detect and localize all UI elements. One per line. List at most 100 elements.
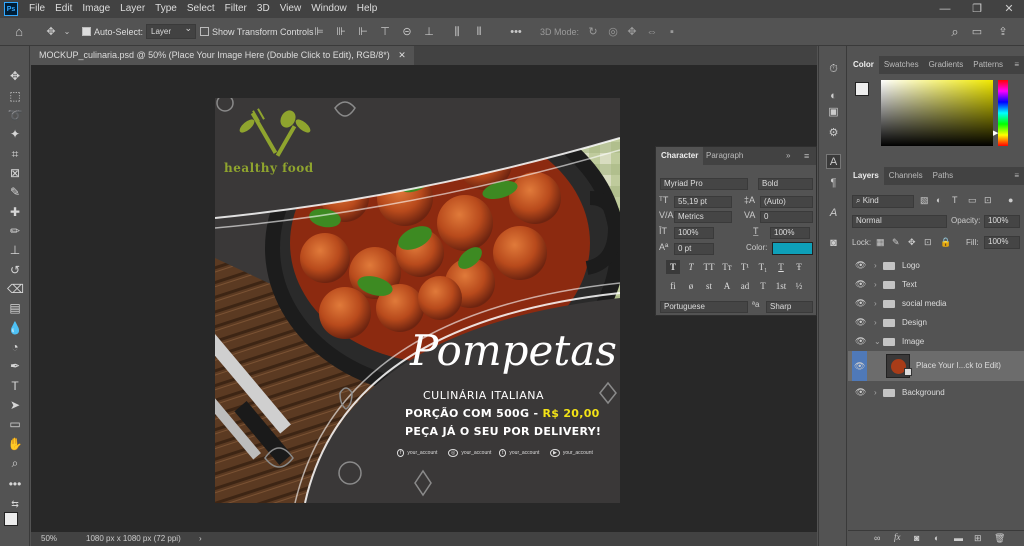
show-transform-checkbox[interactable]: Show Transform Controls [200,18,314,46]
healing-brush-icon[interactable]: ✚ [7,204,23,220]
eye-icon[interactable]: 👁 [855,332,866,351]
zoom-tool-icon[interactable]: ⌕ [7,455,23,471]
eye-icon[interactable]: 👁 [855,294,866,313]
chevron-down-icon[interactable]: ⌄ [874,332,881,351]
close-icon[interactable]: ✕ [994,0,1024,18]
underline-button[interactable]: T [774,260,788,274]
clone-stamp-icon[interactable]: ⊥ [7,242,23,258]
language-dropdown[interactable]: Portuguese [660,301,748,313]
fill-field[interactable]: 100% [984,236,1020,249]
foreground-color-swatch[interactable] [4,512,18,526]
align-middle-icon[interactable]: ⊝ [400,25,414,39]
horizontal-scale-field[interactable]: 100% [770,227,810,239]
eraser-icon[interactable]: ⌫ [7,281,24,297]
auto-select-dropdown[interactable]: Layer [146,22,196,39]
eye-icon[interactable]: 👁 [855,313,866,332]
frame-tool-icon[interactable]: ⊠ [7,165,23,181]
link-layers-icon[interactable]: ∞ [874,533,880,543]
panel-menu-icon[interactable]: ≡ [1009,56,1024,74]
crop-tool-icon[interactable]: ⌗ [7,146,23,162]
marquee-tool-icon[interactable]: ⬚ [7,88,23,104]
kerning-field[interactable]: Metrics [674,211,732,223]
eye-icon[interactable]: 👁 [852,351,868,381]
leading-field[interactable]: (Auto) [760,196,813,208]
align-center-icon[interactable]: ⊪ [334,25,348,39]
titling-button[interactable]: T [756,279,770,293]
swap-colors-icon[interactable]: ⇆ [7,496,23,512]
layer-row[interactable]: 👁 › Design [848,313,1024,332]
artwork-canvas[interactable]: healthy food Pompetas CULINÁRIA ITALIANA… [215,98,620,503]
faux-italic-button[interactable]: T [684,260,698,274]
panel-menu-icon[interactable]: ≡ [1009,167,1024,185]
menu-view[interactable]: View [275,0,307,18]
chevron-right-icon[interactable]: › [874,294,877,313]
new-group-icon[interactable]: ▬ [954,533,963,543]
antialias-dropdown[interactable]: Sharp [766,301,813,313]
color-foreground-swatch[interactable] [855,82,869,96]
tab-paragraph[interactable]: Paragraph [706,147,743,165]
align-bottom-icon[interactable]: ⊥ [422,25,436,39]
lock-pixels-icon[interactable]: ✎ [892,237,900,248]
fractions-button[interactable]: ½ [792,279,806,293]
gradient-tool-icon[interactable]: ▤ [7,300,23,316]
filter-smart-icon[interactable]: ⊡ [984,195,992,206]
layer-row[interactable]: 👁 › social media [848,294,1024,313]
ordinals-button[interactable]: 1st [774,279,788,293]
tab-paths[interactable]: Paths [928,167,958,185]
align-top-icon[interactable]: ⊤ [378,25,392,39]
eye-icon[interactable]: 👁 [855,383,866,402]
color-field[interactable] [881,80,993,146]
move-tool-icon[interactable]: ✥ [44,25,58,39]
tab-layers[interactable]: Layers [848,167,884,185]
old-style-button[interactable]: st [702,279,716,293]
roll-3d-icon[interactable]: ◎ [606,25,620,39]
chevron-right-icon[interactable]: › [874,313,877,332]
lock-transparency-icon[interactable]: ▦ [876,237,885,248]
path-selection-icon[interactable]: ➤ [7,397,23,413]
small-caps-button[interactable]: Tт [720,260,734,274]
scale-3d-icon[interactable]: ▪ [665,25,679,39]
close-tab-icon[interactable]: ✕ [398,50,406,60]
all-caps-button[interactable]: TT [702,260,716,274]
brush-tool-icon[interactable]: ✏ [7,223,23,239]
search-icon[interactable]: ⌕ [948,25,962,39]
tab-character[interactable]: Character [656,147,704,165]
faux-bold-button[interactable]: T [666,260,680,274]
ligature-button[interactable]: fi [666,279,680,293]
layer-effects-icon[interactable]: fx [894,532,901,542]
layer-filter-dropdown[interactable]: ⌕ Kind [852,195,914,208]
menu-select[interactable]: Select [182,0,220,18]
document-info[interactable]: 1080 px x 1080 px (72 ppi) [86,532,181,546]
chevron-right-icon[interactable]: › [199,532,202,546]
layer-row[interactable]: 👁 › Logo [848,256,1024,275]
menu-help[interactable]: Help [352,0,383,18]
font-style-dropdown[interactable]: Bold [758,178,813,190]
distribute-icon[interactable]: ⫼ [450,25,464,39]
align-right-icon[interactable]: ⊩ [356,25,370,39]
filter-toggle-icon[interactable]: ● [1008,195,1013,205]
tab-color[interactable]: Color [848,56,879,74]
workspace-icon[interactable]: ▭ [970,25,984,39]
discretionary-ligature-button[interactable]: ø [684,279,698,293]
menu-edit[interactable]: Edit [50,0,77,18]
adjustment-layer-icon[interactable]: ◐ [934,533,939,543]
pan-3d-icon[interactable]: ✥ [625,25,639,39]
distribute-vertical-icon[interactable]: ⫴ [472,25,486,39]
baseline-shift-field[interactable]: 0 pt [674,243,714,255]
chevron-right-icon[interactable]: › [874,275,877,294]
restore-icon[interactable]: ❐ [962,0,992,18]
menu-window[interactable]: Window [306,0,352,18]
eye-icon[interactable]: 👁 [855,256,866,275]
libraries-icon[interactable]: ▣ [826,105,841,120]
pen-tool-icon[interactable]: ✒ [7,358,23,374]
layer-row-selected[interactable]: 👁 Place Your I...ck to Edit) [848,351,1024,381]
menu-image[interactable]: Image [77,0,115,18]
vertical-scale-field[interactable]: 100% [674,227,714,239]
chevron-right-icon[interactable]: › [874,256,877,275]
more-tools-icon[interactable]: ••• [7,476,23,492]
layer-row[interactable]: 👁 › Text [848,275,1024,294]
history-brush-icon[interactable]: ↺ [7,262,23,278]
blur-tool-icon[interactable]: 💧 [7,320,23,336]
menu-3d[interactable]: 3D [252,0,275,18]
filter-shape-icon[interactable]: ▭ [968,195,977,206]
